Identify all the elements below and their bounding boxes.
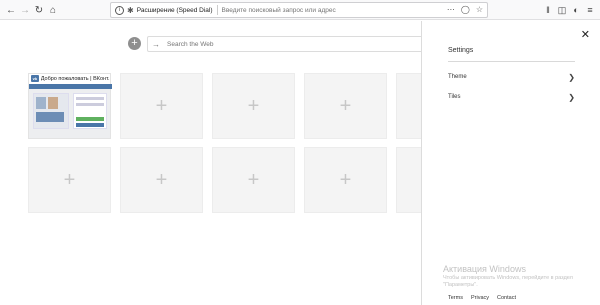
windows-activation-text: Чтобы активировать Windows, перейдите в …: [443, 275, 573, 288]
plus-icon: +: [339, 95, 352, 117]
settings-item-label: Tiles: [448, 94, 461, 100]
account-icon[interactable]: ◐: [570, 3, 582, 17]
menu-icon[interactable]: ≡: [584, 3, 596, 17]
pocket-icon[interactable]: ◯: [461, 5, 470, 14]
tile-title-bar: vk Добро пожаловать | ВКонт...: [29, 74, 110, 84]
speed-dial-tile-empty[interactable]: +: [28, 147, 111, 213]
arrow-right-icon: →: [152, 39, 160, 49]
speed-dial-tile-empty[interactable]: +: [304, 147, 387, 213]
settings-item-theme[interactable]: Theme ❯: [448, 71, 575, 83]
speed-dial-tile-empty[interactable]: +: [120, 147, 203, 213]
speed-dial-tile[interactable]: vk Добро пожаловать | ВКонт...: [28, 73, 112, 139]
privacy-link[interactable]: Privacy: [471, 295, 489, 301]
vk-icon: vk: [31, 75, 39, 83]
close-icon[interactable]: ✕: [581, 28, 590, 41]
url-divider: [216, 5, 218, 15]
plus-icon: +: [155, 169, 168, 191]
library-icon[interactable]: ‖: [542, 3, 554, 17]
settings-item-label: Theme: [448, 74, 467, 80]
bookmark-star-icon[interactable]: ☆: [476, 5, 483, 14]
tile-label: Добро пожаловать | ВКонт...: [40, 75, 110, 82]
more-actions-icon[interactable]: ⋯: [447, 5, 455, 14]
plus-icon: +: [63, 169, 76, 191]
plus-icon: +: [155, 95, 168, 117]
home-icon[interactable]: ⌂: [46, 3, 60, 17]
search-bar[interactable]: →: [147, 36, 427, 52]
settings-item-tiles[interactable]: Tiles ❯: [448, 91, 575, 103]
windows-activation-title: Активация Windows: [443, 264, 526, 274]
plus-icon: +: [247, 169, 260, 191]
forward-icon[interactable]: →: [18, 3, 32, 17]
settings-title: Settings: [448, 47, 474, 54]
chevron-right-icon: ❯: [568, 92, 575, 102]
sidebar-icon[interactable]: ◫: [556, 3, 568, 17]
settings-footer: Terms Privacy Contact: [448, 295, 516, 301]
speed-dial-tile-empty[interactable]: +: [120, 73, 203, 139]
browser-toolbar: ← → ↻ ⌂ i ✱ Расширение (Speed Dial) ⋯ ◯ …: [0, 0, 600, 20]
url-bar[interactable]: i ✱ Расширение (Speed Dial) ⋯ ◯ ☆: [110, 2, 488, 18]
extension-icon: ✱: [127, 5, 134, 15]
address-input[interactable]: [221, 6, 402, 14]
reload-icon[interactable]: ↻: [32, 3, 46, 17]
plus-icon: +: [339, 169, 352, 191]
speed-dial-tile-empty[interactable]: +: [212, 147, 295, 213]
terms-link[interactable]: Terms: [448, 295, 463, 301]
site-identity-label: Расширение (Speed Dial): [136, 6, 213, 14]
back-icon[interactable]: ←: [4, 3, 18, 17]
contact-link[interactable]: Contact: [497, 295, 516, 301]
settings-divider: [448, 61, 575, 62]
chevron-right-icon: ❯: [568, 72, 575, 82]
speed-dial-tile-empty[interactable]: +: [304, 73, 387, 139]
add-tile-button[interactable]: +: [128, 37, 141, 50]
url-actions: ⋯ ◯ ☆: [447, 5, 483, 14]
plus-icon: +: [247, 95, 260, 117]
search-input[interactable]: [167, 40, 407, 48]
tile-preview-image: [29, 83, 112, 138]
info-icon[interactable]: i: [115, 5, 124, 15]
settings-panel: ✕ Settings Theme ❯ Tiles ❯ Активация Win…: [421, 21, 600, 305]
speed-dial-tile-empty[interactable]: +: [212, 73, 295, 139]
